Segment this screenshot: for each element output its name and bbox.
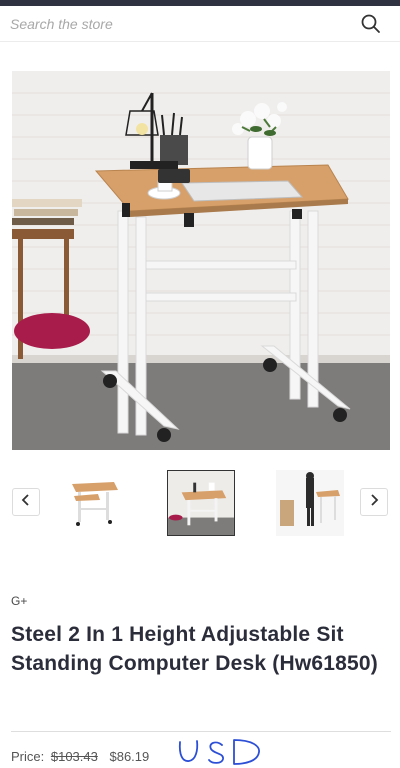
handwritten-usd-annotation	[174, 736, 266, 768]
gallery-prev-button[interactable]	[12, 488, 40, 516]
gallery-thumbnail-1[interactable]	[58, 470, 126, 536]
divider	[11, 731, 391, 732]
price-row: Price: $103.43 $86.19	[11, 749, 149, 764]
search-bar	[0, 6, 400, 42]
sale-price: $86.19	[109, 749, 150, 764]
gallery-thumbnail-2[interactable]	[167, 470, 235, 536]
search-icon[interactable]	[360, 13, 382, 35]
product-brand: G+	[11, 594, 28, 608]
gallery-thumbnail-3[interactable]	[276, 470, 344, 536]
price-label: Price:	[11, 749, 45, 764]
product-main-image[interactable]	[12, 71, 390, 450]
product-title: Steel 2 In 1 Height Adjustable Sit Stand…	[11, 623, 378, 675]
original-price: $103.43	[50, 749, 98, 764]
chevron-left-icon	[21, 493, 31, 511]
search-input[interactable]	[10, 13, 340, 35]
chevron-right-icon	[369, 493, 379, 511]
gallery-next-button[interactable]	[360, 488, 388, 516]
